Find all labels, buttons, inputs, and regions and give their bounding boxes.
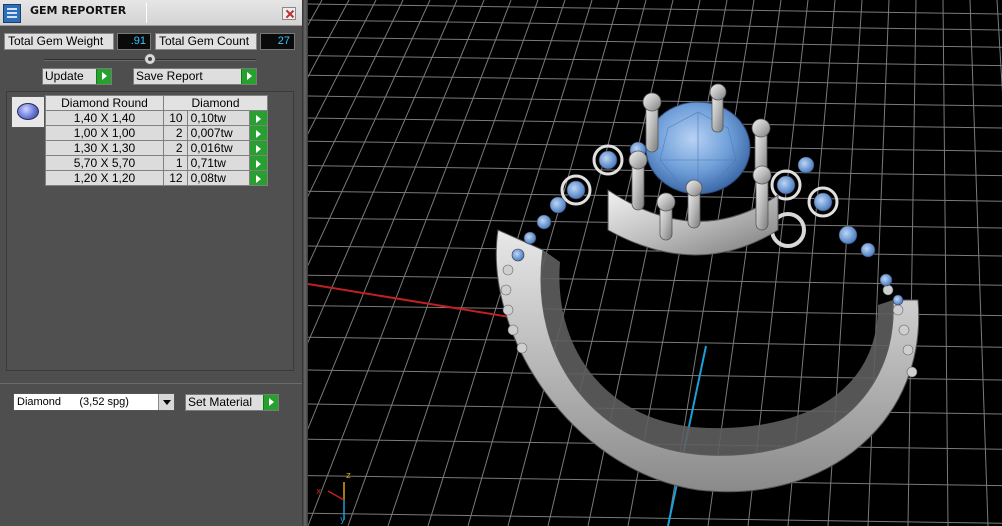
save-report-button-label: Save Report (136, 69, 203, 83)
gem-count: 2 (163, 125, 188, 141)
round-gem-icon[interactable] (11, 96, 45, 128)
window-title: GEM REPORTER (30, 4, 127, 17)
gem-weight: 0,10tw (186, 110, 250, 126)
slider-handle[interactable] (144, 53, 156, 65)
total-gem-count-value: 27 (260, 33, 295, 50)
gem-weight: 0,71tw (186, 155, 250, 171)
green-play-arrow-icon[interactable] (96, 69, 111, 84)
gem-size: 1,00 X 1,00 (45, 125, 164, 141)
material-selected-value: Diamond (3,52 spg) (17, 396, 129, 408)
green-play-arrow-icon[interactable] (248, 155, 269, 171)
total-gem-weight-label: Total Gem Weight (4, 33, 114, 50)
gem-size: 1,40 X 1,40 (45, 110, 164, 126)
gem-reporter-app-icon (3, 4, 21, 23)
green-play-arrow-icon[interactable] (248, 170, 269, 186)
green-play-arrow-icon[interactable] (241, 69, 256, 84)
z-axis-label: z (346, 471, 351, 481)
gem-weight: 0,08tw (186, 170, 250, 186)
table-row[interactable]: 1,40 X 1,40 10 0,10tw (45, 110, 269, 126)
table-row[interactable]: 5,70 X 5,70 1 0,71tw (45, 155, 269, 171)
y-axis-label: y (340, 515, 346, 525)
gem-size: 1,30 X 1,30 (45, 140, 164, 156)
gem-weight: 0,016tw (186, 140, 250, 156)
gem-count: 1 (163, 155, 188, 171)
set-material-button-label: Set Material (188, 395, 253, 409)
gem-count: 12 (163, 170, 188, 186)
save-report-button[interactable]: Save Report (133, 68, 257, 85)
gem-count: 2 (163, 140, 188, 156)
x-axis-line (308, 283, 529, 321)
column-header-shape: Diamond Round (45, 95, 164, 111)
green-play-arrow-icon[interactable] (248, 125, 269, 141)
chevron-down-icon[interactable] (158, 394, 174, 410)
gem-size: 5,70 X 5,70 (45, 155, 164, 171)
gem-reporter-panel: GEM REPORTER Total Gem Weight .91 Total … (0, 0, 302, 526)
3d-viewport[interactable]: z x y (308, 0, 1002, 526)
table-row[interactable]: 1,00 X 1,00 2 0,007tw (45, 125, 269, 141)
title-bar: GEM REPORTER (0, 0, 302, 26)
column-header-type: Diamond (163, 95, 268, 111)
gem-count: 10 (163, 110, 188, 126)
green-play-arrow-icon[interactable] (263, 395, 278, 410)
gem-weight: 0,007tw (186, 125, 250, 141)
table-row[interactable]: 1,20 X 1,20 12 0,08tw (45, 170, 269, 186)
close-icon[interactable] (282, 7, 296, 20)
total-gem-weight-value: .91 (117, 33, 151, 50)
viewport-canvas[interactable]: z x y (308, 0, 1002, 526)
update-button-label: Update (45, 69, 84, 83)
gem-size: 1,20 X 1,20 (45, 170, 164, 186)
green-play-arrow-icon[interactable] (248, 110, 269, 126)
x-axis-label: x (316, 487, 322, 497)
gem-table: Diamond Round Diamond 1,40 X 1,40 10 0,1… (45, 95, 269, 186)
table-row[interactable]: 1,30 X 1,30 2 0,016tw (45, 140, 269, 156)
total-gem-count-label: Total Gem Count (155, 33, 257, 50)
axis-gizmo: z x y (316, 471, 351, 525)
set-material-button[interactable]: Set Material (185, 394, 279, 411)
section-divider (0, 383, 302, 384)
title-separator (146, 3, 147, 23)
green-play-arrow-icon[interactable] (248, 140, 269, 156)
material-dropdown[interactable]: Diamond (3,52 spg) (13, 393, 175, 411)
update-button[interactable]: Update (42, 68, 112, 85)
